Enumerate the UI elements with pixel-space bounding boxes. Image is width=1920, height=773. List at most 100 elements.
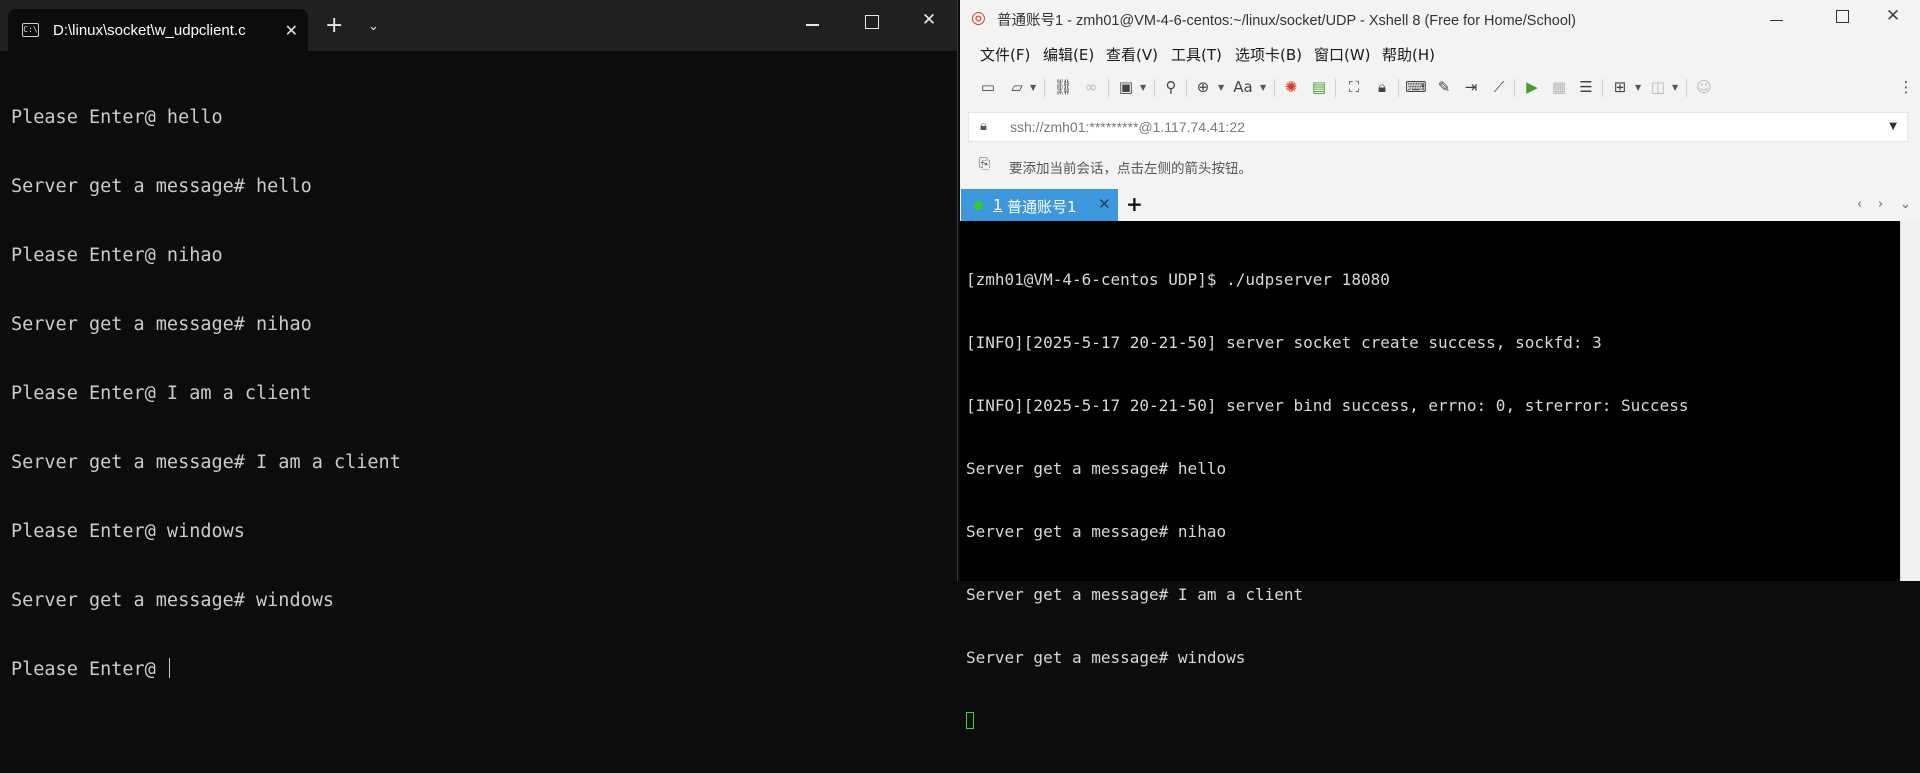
session-hint-bar: ⎘ 要添加当前会话，点击左侧的箭头按钮。 [968,153,1908,177]
text-cursor [966,712,974,729]
new-tab-button[interactable]: + [325,13,343,38]
terminal-line: Server get a message# nihao [11,314,312,335]
search-icon[interactable]: ⚲ [1160,78,1182,96]
window-close-button[interactable]: ✕ [915,10,943,30]
terminal-line: Please Enter@ hello [11,107,223,128]
add-session-arrow-icon[interactable]: ⎘ [979,156,990,172]
script-icon[interactable]: ⟋ [1488,78,1510,96]
minimize-button[interactable] [798,10,826,31]
menu-view[interactable]: 查看(V) [1106,44,1158,65]
lock-icon: 🔒︎ [980,119,987,134]
terminal-line: Please Enter@ I am a client [11,383,312,404]
terminal-line: Server get a message# I am a client [11,452,401,473]
toolbar: ▭ ▱ ▼ ⛓ ∞ ▣ ▼ ⚲ ⊕ ▼ Aa ▼ ✺ ▤ ⛶ 🔒︎ ⌨ ✎ ⇥ … [960,69,1920,107]
toolbar-divider [1686,79,1687,97]
chevron-down-icon[interactable]: ▼ [1635,83,1641,92]
chat-icon[interactable]: ☺ [1693,78,1715,96]
compose-icon[interactable]: ✎ [1433,78,1455,96]
terminal-line: Server get a message# hello [966,459,1227,478]
toolbar-divider [1044,79,1045,97]
menu-tools[interactable]: 工具(T) [1171,44,1222,65]
scrollbar[interactable] [1900,221,1920,581]
toolbar-divider [1274,79,1275,97]
session-tab[interactable]: 1 普通账号1 ✕ [961,189,1118,221]
terminal-prompt-line[interactable] [966,710,1896,731]
cmd-icon: C:\ [22,23,39,37]
terminal-tab-title: D:\linux\socket\w_udpclient.c [53,21,246,39]
more-options-icon[interactable]: ⋮ [1895,78,1917,96]
maximize-button[interactable] [858,10,886,34]
minimize-icon [1769,19,1783,21]
open-folder-icon[interactable]: ▱ [1006,78,1028,96]
toolbar-divider [1398,79,1399,97]
font-icon[interactable]: Aa [1228,78,1258,96]
window-close-button[interactable]: ✕ [1880,6,1906,26]
toolbar-divider [1154,79,1155,97]
xshell-window: ◎ 普通账号1 - zmh01@VM-4-6-centos:~/linux/so… [960,0,1920,729]
close-icon[interactable]: ✕ [285,21,298,40]
log-icon[interactable]: ☰ [1575,78,1597,96]
keyboard-icon[interactable]: ⌨ [1405,78,1427,96]
maximize-icon [1835,10,1849,23]
toolbar-divider [1514,79,1515,97]
chevron-down-icon[interactable]: ⌄ [1900,197,1911,212]
address-bar[interactable]: 🔒︎ ssh://zmh01:*********@1.117.74.41:22 … [968,112,1908,142]
globe-icon[interactable]: ⊕ [1192,78,1214,96]
chevron-down-icon[interactable]: ▼ [1672,83,1678,92]
terminal-line: [zmh01@VM-4-6-centos UDP]$ ./udpserver 1… [966,270,1390,289]
terminal-line: Server get a message# windows [966,648,1246,667]
session-tab-bar: 1 普通账号1 ✕ + ‹ › ⌄ [960,189,1920,221]
terminal-line: Server get a message# windows [11,590,335,611]
xftp-icon[interactable]: ▤ [1308,78,1330,96]
xshell-terminal[interactable]: [zmh01@VM-4-6-centos UDP]$ ./udpserver 1… [960,221,1900,729]
copy-icon[interactable]: ▣ [1115,78,1137,96]
toolbar-divider [1602,79,1603,97]
add-tab-button[interactable]: + [1126,192,1143,216]
address-input[interactable]: ssh://zmh01:*********@1.117.74.41:22 [1010,119,1245,135]
terminal-line: Server get a message# hello [11,176,312,197]
fullscreen-icon[interactable]: ⛶ [1343,78,1365,96]
menu-tabs[interactable]: 选项卡(B) [1235,44,1302,65]
window-title: 普通账号1 - zmh01@VM-4-6-centos:~/linux/sock… [997,13,1576,29]
new-tab-icon[interactable]: ⊞ [1609,78,1631,96]
run-script-icon[interactable]: ▶ [1521,78,1543,96]
chevron-down-icon[interactable]: ▼ [1260,83,1266,92]
close-icon[interactable]: ✕ [1098,195,1111,213]
lock-icon[interactable]: 🔒︎ [1371,78,1393,96]
chevron-down-icon[interactable]: ▼ [1140,83,1146,92]
terminal-tab[interactable]: C:\ D:\linux\socket\w_udpclient.c ✕ [8,9,308,51]
chevron-down-icon[interactable]: ▼ [1889,121,1897,132]
chevron-right-icon[interactable]: › [1878,197,1883,212]
xshell-titlebar: ◎ 普通账号1 - zmh01@VM-4-6-centos:~/linux/so… [960,0,1920,37]
toolbar-divider [1186,79,1187,97]
menu-bar: 文件(F) 编辑(E) 查看(V) 工具(T) 选项卡(B) 窗口(W) 帮助(… [960,37,1920,69]
terminal-prompt-line[interactable]: Please Enter@ [11,658,949,681]
toolbar-divider [1108,79,1109,97]
xshell-icon[interactable]: ✺ [1280,78,1302,96]
reconnect-icon[interactable]: ∞ [1080,78,1102,96]
hint-text: 要添加当前会话，点击左侧的箭头按钮。 [1009,161,1252,177]
maximize-button[interactable] [1829,6,1855,28]
menu-window[interactable]: 窗口(W) [1314,44,1371,65]
chevron-down-icon[interactable]: ▼ [1030,83,1036,92]
menu-help[interactable]: 帮助(H) [1382,44,1435,65]
stop-script-icon[interactable]: ▦ [1548,78,1570,96]
chevron-down-icon[interactable]: ⌄ [368,19,379,34]
toolbar-divider [1335,79,1336,97]
chevron-left-icon[interactable]: ‹ [1857,197,1862,212]
prompt-text: Please Enter@ [11,659,167,680]
transfer-icon[interactable]: ⇥ [1460,78,1482,96]
text-cursor [168,658,171,678]
disconnect-icon[interactable]: ⛓ [1052,78,1074,96]
terminal-output[interactable]: Please Enter@ hello Server get a message… [11,60,949,727]
new-session-icon[interactable]: ▭ [977,78,999,96]
menu-edit[interactable]: 编辑(E) [1043,44,1094,65]
layout-icon[interactable]: ◫ [1647,78,1669,96]
terminal-line: Please Enter@ nihao [11,245,223,266]
menu-file[interactable]: 文件(F) [980,44,1030,65]
chevron-down-icon[interactable]: ▼ [1218,83,1224,92]
minimize-button[interactable] [1763,6,1789,26]
terminal-line: Server get a message# I am a client [966,585,1304,604]
terminal-output[interactable]: [zmh01@VM-4-6-centos UDP]$ ./udpserver 1… [966,227,1896,773]
tab-label: 普通账号1 [1007,198,1077,216]
